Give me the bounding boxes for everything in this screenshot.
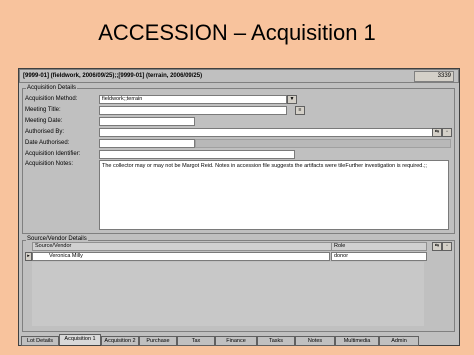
identifier-label: Acquisition Identifier:: [25, 151, 81, 157]
authorised-by-clear-button[interactable]: ▫: [442, 128, 452, 137]
accession-window: [9999-01] (fieldwork, 2006/09/25);;[9999…: [18, 68, 460, 346]
method-dropdown-button[interactable]: ▼: [287, 95, 297, 104]
identifier-field[interactable]: [99, 150, 295, 159]
meeting-title-field[interactable]: [99, 106, 287, 115]
tab-notes[interactable]: Notes: [295, 336, 335, 346]
meeting-date-field[interactable]: [99, 117, 195, 126]
authorised-by-field[interactable]: [99, 128, 434, 137]
chevron-down-icon: ▼: [289, 96, 295, 102]
vendor-name-cell[interactable]: Veronica Milly: [32, 252, 330, 261]
tab-finance[interactable]: Finance: [215, 336, 257, 346]
acquisition-details-label: Acquisition Details: [26, 85, 78, 91]
slide-title: ACCESSION – Acquisition 1: [98, 20, 376, 45]
date-authorised-label: Date Authorised:: [25, 140, 70, 146]
tab-multimedia[interactable]: Multimedia: [335, 336, 379, 346]
date-authorised-readonly: [195, 139, 451, 148]
authorised-by-lookup-button[interactable]: ⇆: [432, 128, 442, 137]
meeting-title-lookup-button[interactable]: ≡: [295, 106, 305, 115]
tab-strip: Lot Details Acquisition 1 Acquisition 2 …: [19, 334, 459, 346]
tab-tax[interactable]: Tax: [177, 336, 215, 346]
notes-textarea[interactable]: The collector may or may not be Margot R…: [99, 160, 449, 230]
clear-icon: ▫: [446, 129, 448, 135]
row-selector-icon[interactable]: ▸: [25, 252, 32, 261]
vendor-remove-button[interactable]: ▫: [442, 242, 452, 251]
method-field[interactable]: fieldwork;;terrain: [99, 95, 287, 104]
record-titlebar: [9999-01] (fieldwork, 2006/09/25);;[9999…: [19, 69, 459, 83]
tab-acquisition-1[interactable]: Acquisition 1: [59, 334, 101, 345]
method-label: Acquisition Method:: [25, 96, 78, 102]
column-header-role[interactable]: Role: [331, 242, 427, 251]
lookup-icon: ⇆: [434, 129, 440, 135]
tab-lot-details[interactable]: Lot Details: [21, 336, 59, 346]
remove-icon: ▫: [446, 243, 448, 249]
record-title: [9999-01] (fieldwork, 2006/09/25);;[9999…: [23, 73, 203, 79]
date-authorised-field[interactable]: [99, 139, 195, 148]
meeting-date-label: Meeting Date:: [25, 118, 63, 124]
notes-label: Acquisition Notes:: [25, 161, 74, 167]
lookup-icon: ≡: [298, 107, 302, 113]
add-icon: ⇆: [434, 243, 440, 249]
vendor-list-area: [32, 262, 424, 326]
tab-purchase[interactable]: Purchase: [139, 336, 177, 346]
authorised-by-label: Authorised By:: [25, 129, 65, 135]
tab-tasks[interactable]: Tasks: [257, 336, 295, 346]
meeting-title-label: Meeting Title:: [25, 107, 61, 113]
column-header-vendor[interactable]: Source/Vendor: [32, 242, 332, 251]
tab-admin[interactable]: Admin: [379, 336, 419, 346]
tab-acquisition-2[interactable]: Acquisition 2: [101, 336, 139, 346]
record-number: 3339: [414, 71, 454, 82]
vendor-add-button[interactable]: ⇆: [432, 242, 442, 251]
vendor-role-cell[interactable]: donor: [331, 252, 427, 261]
